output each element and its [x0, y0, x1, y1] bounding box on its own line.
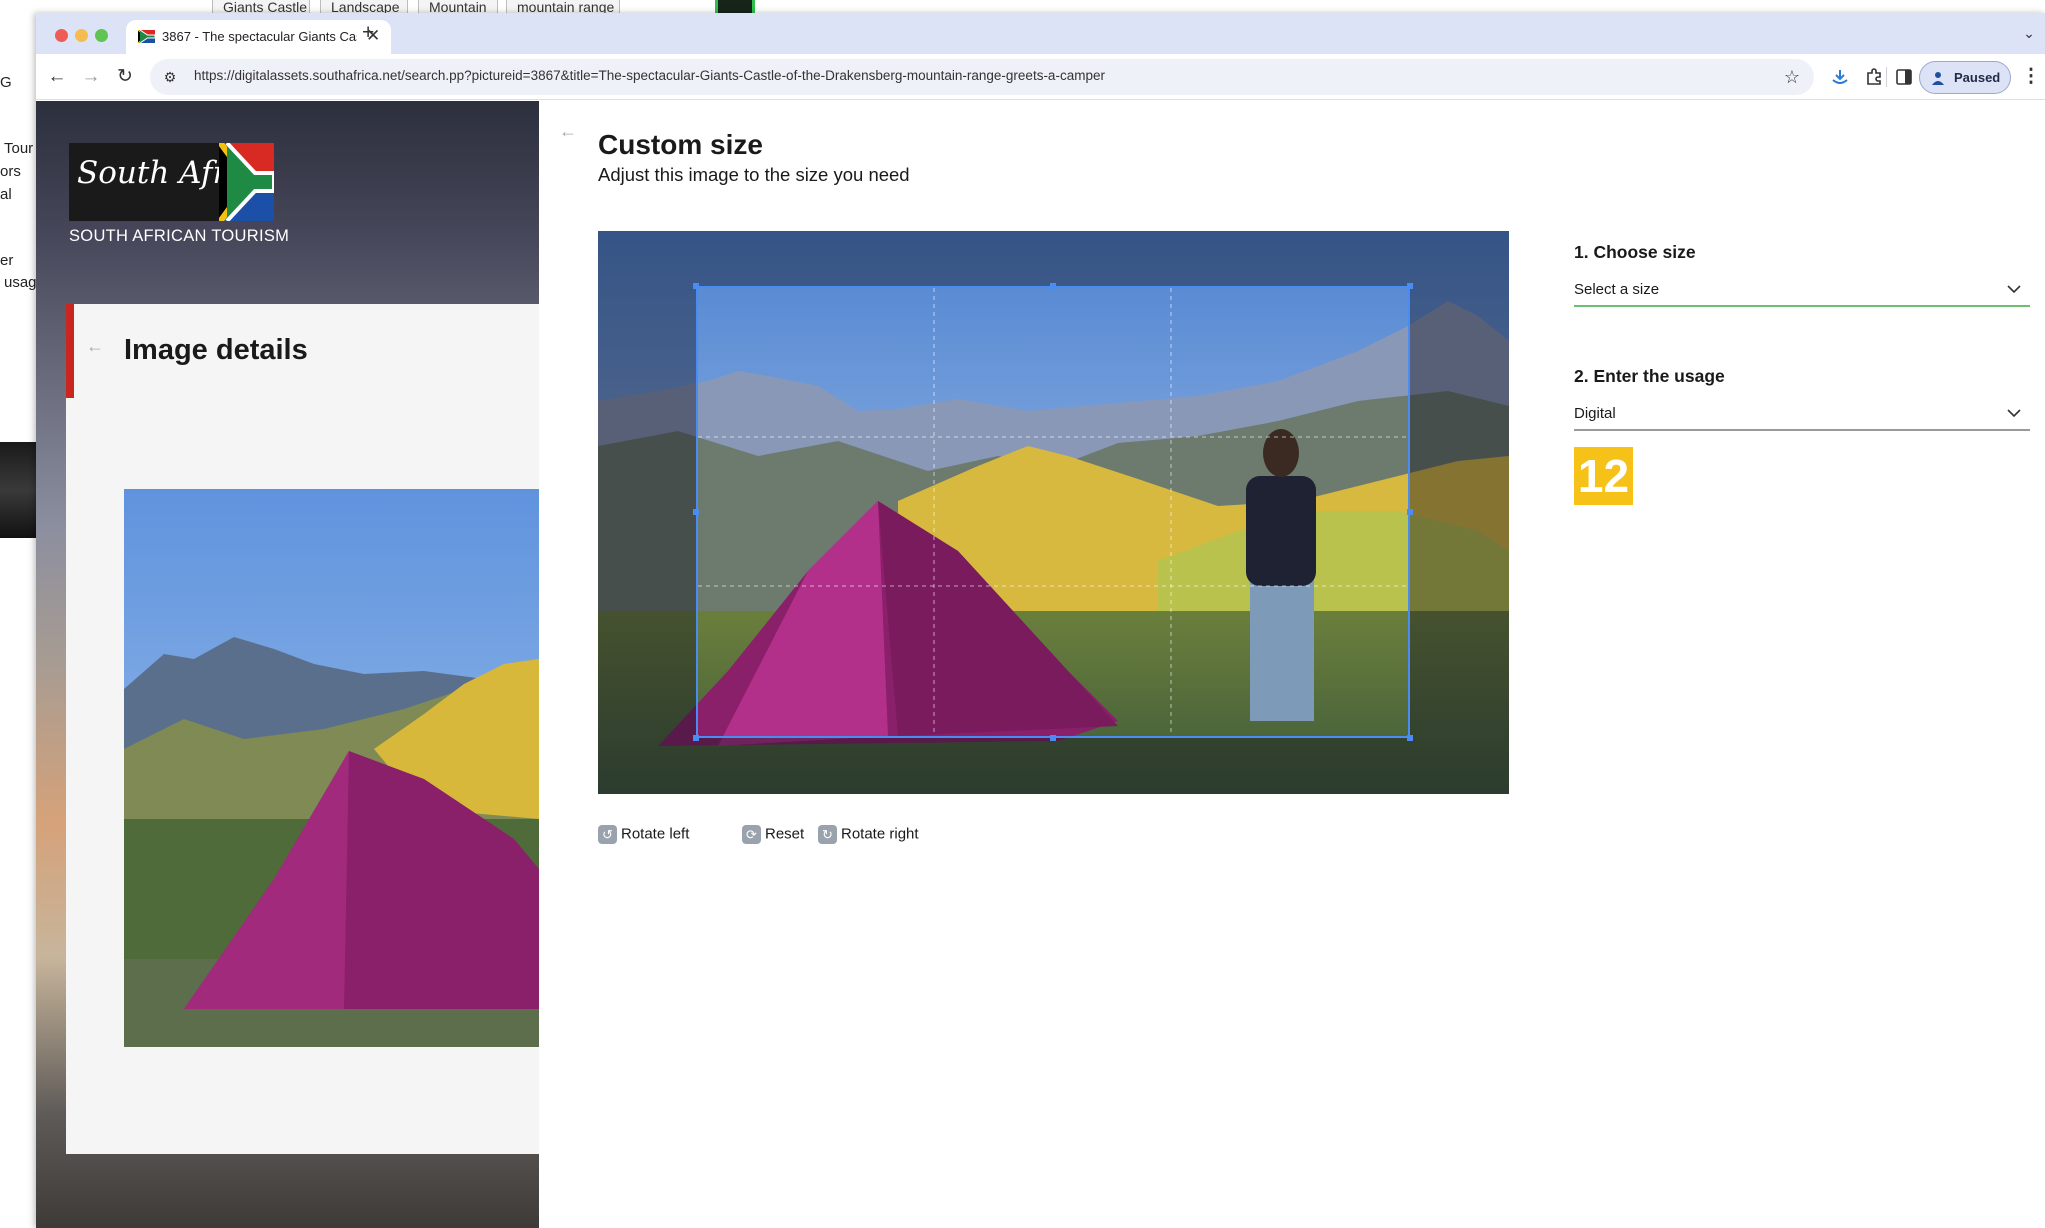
tab-search-chevron-icon[interactable]: ⌄	[2016, 25, 2042, 45]
crop-handle-e[interactable]	[1407, 509, 1413, 515]
bg-text-fragment: usag	[4, 274, 37, 291]
size-select[interactable]: Select a size	[1574, 275, 2030, 307]
side-panel-icon[interactable]	[1894, 67, 1914, 87]
back-arrow-icon[interactable]: ←	[42, 62, 72, 92]
browser-window: 3867 - The spectacular Giants Castle ✕ +…	[36, 13, 2045, 1228]
profile-status-label: Paused	[1954, 70, 2001, 85]
logo-flag-icon	[219, 143, 274, 221]
profile-paused-button[interactable]: Paused	[1919, 61, 2011, 94]
crop-handle-sw[interactable]	[693, 735, 699, 741]
crop-handle-ne[interactable]	[1407, 283, 1413, 289]
custom-size-subtitle: Adjust this image to the size you need	[598, 164, 910, 185]
bg-text-fragment: ors	[0, 163, 21, 180]
logo-caption: SOUTH AFRICAN TOURISM	[69, 227, 290, 245]
browser-menu-icon[interactable]: ⋮	[2016, 62, 2045, 92]
image-cropper[interactable]	[598, 231, 1509, 794]
accent-bar	[66, 304, 74, 398]
minimize-window-button[interactable]	[75, 29, 88, 42]
reset-icon: ⟳	[742, 825, 761, 844]
forward-arrow-icon[interactable]: →	[76, 62, 106, 92]
choose-size-label: 1. Choose size	[1574, 242, 1696, 262]
usage-select-value: Digital	[1574, 405, 1616, 422]
extensions-puzzle-icon[interactable]	[1864, 67, 1884, 87]
bg-text-fragment: al	[0, 186, 12, 203]
rotate-left-icon: ↺	[598, 825, 617, 844]
browser-toolbar: ← → ↻ ⚙ https://digitalassets.southafric…	[36, 54, 2045, 100]
image-details-panel: ← Image details	[66, 304, 539, 1154]
rotate-left-button[interactable]: ↺ Rotate left	[598, 825, 689, 845]
crop-handle-nw[interactable]	[693, 283, 699, 289]
bg-text-fragment: G	[0, 74, 12, 91]
rotate-left-label: Rotate left	[621, 825, 690, 843]
browser-tab[interactable]: 3867 - The spectacular Giants Castle ✕	[126, 20, 391, 54]
maximize-window-button[interactable]	[95, 29, 108, 42]
tab-title: 3867 - The spectacular Giants Castle	[162, 29, 357, 44]
rotate-right-icon: ↻	[818, 825, 837, 844]
size-select-value: Select a size	[1574, 281, 1660, 298]
download-icon[interactable]	[1830, 67, 1850, 87]
bg-text-fragment: er	[0, 252, 14, 269]
crop-handle-w[interactable]	[693, 509, 699, 515]
crop-selection-box[interactable]	[696, 286, 1410, 738]
image-preview	[124, 489, 539, 1047]
crop-handle-n[interactable]	[1050, 283, 1056, 289]
rotate-right-button[interactable]: ↻ Rotate right	[818, 825, 919, 845]
person-icon	[1932, 72, 1944, 85]
reload-icon[interactable]: ↻	[110, 62, 140, 92]
toolbar-divider	[1886, 67, 1887, 87]
number-badge: 12	[1574, 447, 1633, 505]
rotate-right-label: Rotate right	[841, 825, 919, 843]
bg-window-fragment	[715, 0, 755, 14]
crop-handle-s[interactable]	[1050, 735, 1056, 741]
image-details-title: Image details	[124, 334, 308, 366]
site-info-icon[interactable]: ⚙	[158, 65, 182, 89]
new-tab-icon[interactable]: +	[362, 22, 374, 43]
background-page: South Africa SOUTH AFRICAN TOURISM ← Ima…	[36, 101, 539, 1228]
reset-label: Reset	[765, 825, 805, 843]
address-bar[interactable]: ⚙ https://digitalassets.southafrica.net/…	[150, 59, 1814, 95]
bg-text-fragment: Tour	[4, 140, 34, 157]
tab-strip: 3867 - The spectacular Giants Castle ✕ +…	[36, 13, 2045, 54]
close-window-button[interactable]	[55, 29, 68, 42]
url-text[interactable]: https://digitalassets.southafrica.net/se…	[194, 68, 1754, 83]
enter-usage-label: 2. Enter the usage	[1574, 366, 1725, 386]
back-arrow-icon[interactable]: ←	[559, 121, 577, 142]
custom-size-title: Custom size	[598, 129, 763, 160]
crop-grid-guides	[698, 288, 1408, 736]
bg-image-fragment	[0, 442, 36, 538]
bookmark-star-icon[interactable]: ☆	[1778, 63, 1806, 91]
south-africa-flag-icon	[138, 30, 155, 43]
crop-handle-se[interactable]	[1407, 735, 1413, 741]
chevron-down-icon	[2007, 409, 2021, 418]
usage-select[interactable]: Digital	[1574, 399, 2030, 431]
chevron-down-icon	[2007, 285, 2021, 294]
back-arrow-icon[interactable]: ←	[86, 336, 104, 357]
reset-button[interactable]: ⟳ Reset	[742, 825, 804, 845]
custom-size-panel: ← Custom size Adjust this image to the s…	[539, 101, 2045, 1228]
south-africa-logo[interactable]: South Africa	[69, 143, 274, 221]
